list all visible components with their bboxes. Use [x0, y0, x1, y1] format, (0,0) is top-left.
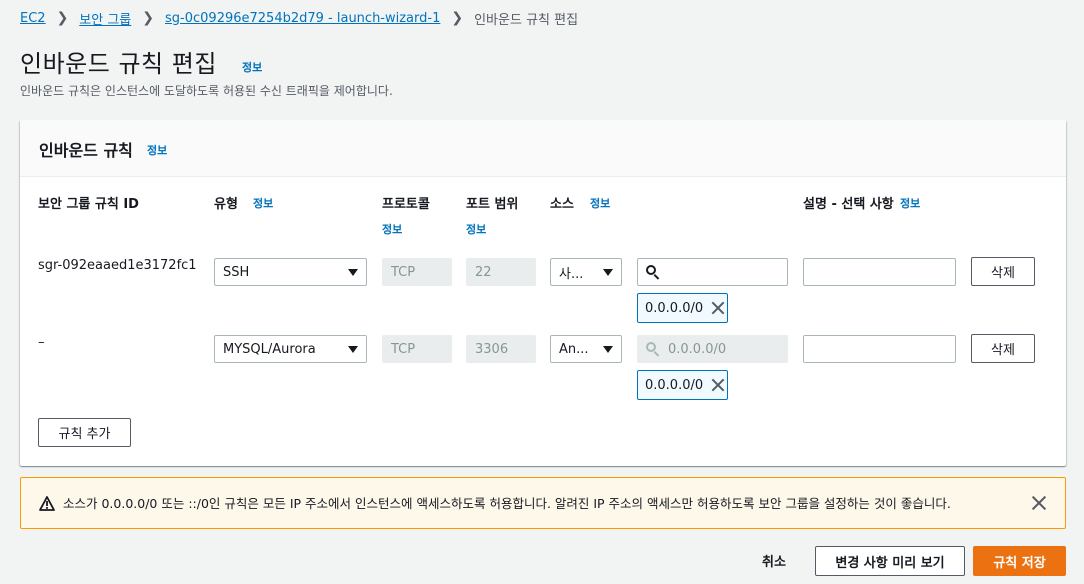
- col-header-protocol: 프로토콜: [382, 197, 430, 212]
- source-search-input[interactable]: [637, 258, 788, 286]
- breadcrumb-current: 인바운드 규칙 편집: [474, 12, 579, 28]
- port-range-field: 3306: [466, 335, 536, 363]
- description-input[interactable]: [803, 258, 956, 286]
- col-header-port-range: 포트 범위: [466, 197, 519, 212]
- type-select[interactable]: MYSQL/Aurora: [214, 335, 367, 363]
- col-header-source: 소스: [550, 197, 574, 212]
- protocol-info-link[interactable]: 정보: [382, 221, 402, 237]
- protocol-field: TCP: [382, 335, 452, 363]
- warning-icon: [39, 496, 55, 511]
- panel-info-link[interactable]: 정보: [147, 142, 167, 158]
- warning-alert: 소스가 0.0.0.0/0 또는 ::/0인 규칙은 모든 IP 주소에서 인스…: [20, 477, 1066, 529]
- chevron-right-icon: ❯: [451, 10, 464, 26]
- save-rules-button[interactable]: 규칙 저장: [973, 546, 1066, 576]
- source-type-value: An...: [559, 341, 589, 357]
- rule-id-cell: –: [38, 335, 45, 350]
- panel-title: 인바운드 규칙: [39, 141, 133, 160]
- warning-text: 소스가 0.0.0.0/0 또는 ::/0인 규칙은 모든 IP 주소에서 인스…: [63, 496, 951, 511]
- source-type-select[interactable]: An...: [550, 335, 622, 363]
- port-range-value: 22: [475, 264, 492, 280]
- col-header-rule-id: 보안 그룹 규칙 ID: [38, 197, 139, 212]
- caret-down-icon: [603, 269, 613, 276]
- chevron-right-icon: ❯: [56, 10, 69, 26]
- close-icon[interactable]: [1031, 495, 1047, 511]
- source-info-link[interactable]: 정보: [590, 195, 610, 211]
- col-header-description: 설명 - 선택 사항: [803, 197, 894, 212]
- type-select-value: SSH: [223, 264, 250, 280]
- add-rule-button[interactable]: 규칙 추가: [38, 418, 131, 447]
- source-token: 0.0.0.0/0: [637, 293, 728, 323]
- source-search-input: 0.0.0.0/0: [637, 335, 788, 363]
- close-icon[interactable]: [711, 378, 725, 392]
- protocol-field: TCP: [382, 258, 452, 286]
- source-type-value: 사...: [559, 266, 584, 282]
- caret-down-icon: [348, 346, 358, 353]
- type-select[interactable]: SSH: [214, 258, 367, 286]
- caret-down-icon: [603, 346, 613, 353]
- cancel-button[interactable]: 취소: [762, 551, 786, 570]
- source-token-label: 0.0.0.0/0: [645, 300, 704, 316]
- page-description: 인바운드 규칙은 인스턴스에 도달하도록 허용된 수신 트래픽을 제어합니다.: [20, 84, 393, 98]
- breadcrumb-security-group[interactable]: sg-0c09296e7254b2d79 - launch-wizard-1: [165, 11, 440, 26]
- breadcrumb-ec2[interactable]: EC2: [20, 11, 46, 26]
- close-icon[interactable]: [711, 301, 725, 315]
- rule-id-cell: sgr-092eaaed1e3172fc1: [38, 258, 197, 273]
- port-range-field: 22: [466, 258, 536, 286]
- description-input[interactable]: [803, 335, 956, 363]
- protocol-value: TCP: [391, 341, 416, 357]
- description-info-link[interactable]: 정보: [900, 195, 920, 211]
- source-type-select[interactable]: 사...: [550, 258, 622, 286]
- protocol-value: TCP: [391, 264, 416, 280]
- page-title: 인바운드 규칙 편집: [20, 50, 217, 78]
- breadcrumb-security-groups[interactable]: 보안 그룹: [79, 9, 131, 28]
- delete-rule-button[interactable]: 삭제: [971, 334, 1035, 363]
- source-token-label: 0.0.0.0/0: [645, 377, 704, 393]
- panel-header: [20, 120, 1066, 177]
- page-info-link[interactable]: 정보: [242, 59, 262, 75]
- col-header-type: 유형: [214, 197, 238, 212]
- inbound-rules-panel: 인바운드 규칙 정보 보안 그룹 규칙 ID 유형 정보 프로토콜 정보 포트 …: [20, 120, 1066, 466]
- delete-rule-button[interactable]: 삭제: [971, 257, 1035, 286]
- type-info-link[interactable]: 정보: [253, 195, 273, 211]
- search-icon: [646, 342, 660, 357]
- search-icon: [646, 265, 660, 280]
- type-select-value: MYSQL/Aurora: [223, 341, 316, 357]
- source-token: 0.0.0.0/0: [637, 370, 728, 400]
- chevron-right-icon: ❯: [142, 10, 155, 26]
- port-range-value: 3306: [475, 341, 509, 357]
- caret-down-icon: [348, 269, 358, 276]
- port-range-info-link[interactable]: 정보: [466, 221, 486, 237]
- source-search-placeholder: 0.0.0.0/0: [668, 341, 727, 357]
- preview-changes-button[interactable]: 변경 사항 미리 보기: [815, 546, 965, 576]
- breadcrumb: EC2 ❯ 보안 그룹 ❯ sg-0c09296e7254b2d79 - lau…: [20, 8, 578, 28]
